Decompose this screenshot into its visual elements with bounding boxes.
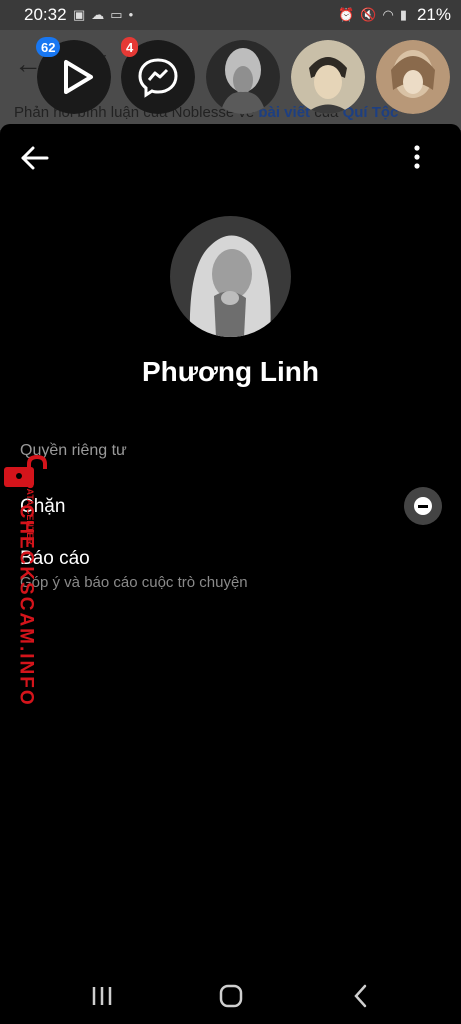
report-row[interactable]: Báo cáo Góp ý và báo cáo cuộc trò chuyện [0, 536, 461, 596]
back-arrow-icon[interactable] [20, 146, 50, 170]
block-row[interactable]: Chặn [0, 474, 461, 536]
status-left-icons: ▣ ☁ ▭ • [73, 7, 133, 23]
avatar-photo-icon [206, 40, 280, 114]
recent-apps-icon[interactable] [91, 986, 113, 1006]
mute-icon: 🔇 [360, 7, 377, 22]
battery-level: 21% [416, 5, 451, 24]
status-right-icons: ⏰ 🔇 ◠ ▮ [338, 7, 407, 23]
contact-chat-head-1[interactable] [206, 40, 280, 114]
contact-chat-head-2[interactable] [291, 40, 365, 114]
navigation-bar [0, 966, 461, 1024]
dot-icon: • [128, 7, 134, 22]
alarm-icon: ⏰ [338, 7, 355, 22]
report-subtitle: Góp ý và báo cáo cuộc trò chuyện [20, 574, 248, 591]
messenger-badge: 4 [121, 37, 139, 57]
block-icon[interactable] [404, 487, 442, 525]
more-options-icon[interactable] [405, 142, 429, 172]
status-bar: 20:32 ▣ ☁ ▭ • ⏰ 🔇 ◠ ▮ 21% [0, 0, 461, 30]
contact-chat-head-3[interactable] [376, 40, 450, 114]
wifi-icon: ◠ [382, 7, 394, 22]
bg-link-post: bài viết [258, 104, 311, 121]
profile-name: Phương Linh [141, 356, 320, 387]
cast-icon: ▭ [110, 7, 123, 22]
signal-icon: ▮ [399, 7, 407, 22]
profile-avatar [170, 216, 291, 337]
avatar-illustration-icon [291, 40, 365, 114]
profile-sheet: Phương Linh Quyền riêng tư Chặn Báo cáo … [0, 124, 461, 966]
home-icon[interactable] [219, 984, 243, 1008]
status-time: 20:32 [24, 5, 67, 24]
image-icon: ▣ [73, 7, 86, 22]
watermark: CHECKSCAM.INFO DATA CENTER [0, 455, 50, 707]
watermark-sub: DATA CENTER [25, 482, 35, 545]
cloud-icon: ☁ [91, 7, 105, 22]
avatar-drawing-icon [376, 40, 450, 114]
back-nav-icon[interactable] [353, 984, 369, 1008]
video-badge: 62 [36, 37, 61, 57]
